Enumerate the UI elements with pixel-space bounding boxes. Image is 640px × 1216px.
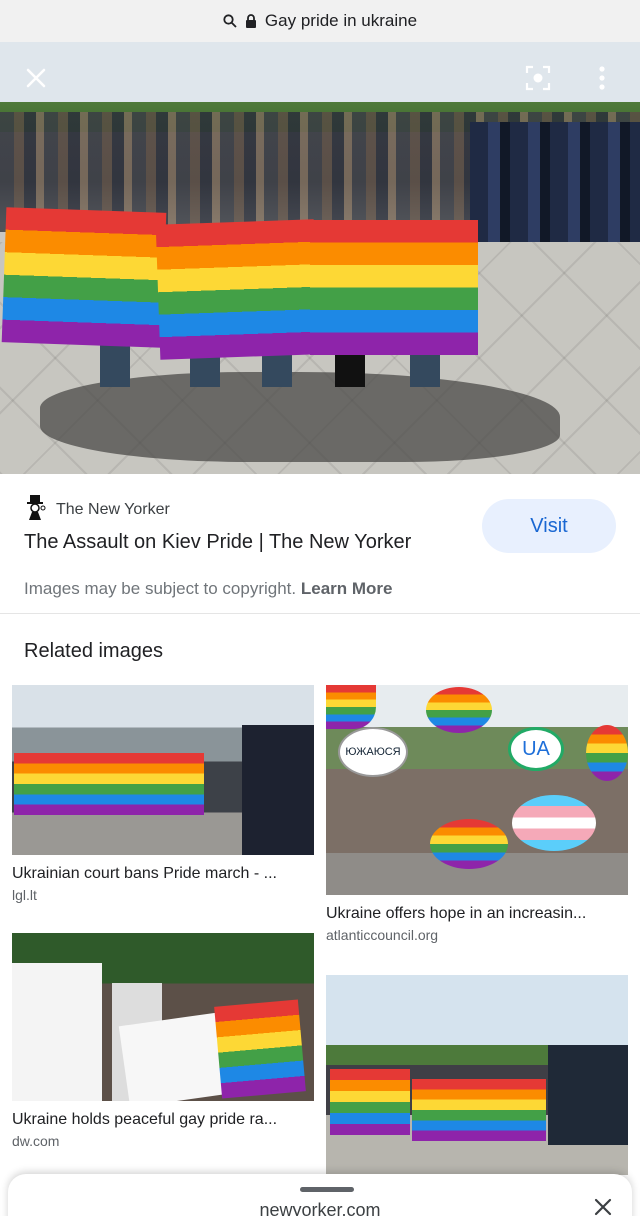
related-domain: lgl.lt — [12, 887, 37, 903]
related-thumbnail — [12, 685, 314, 855]
related-caption: Ukraine holds peaceful gay pride ra... — [12, 1111, 278, 1128]
related-image-card[interactable]: Ukraine holds peaceful gay pride ra... d… — [12, 933, 314, 1149]
lens-icon — [525, 65, 551, 96]
related-thumbnail — [326, 975, 628, 1175]
related-thumbnail: ЮЖАЮСЯ UA — [326, 685, 628, 895]
new-yorker-logo-icon — [24, 493, 48, 526]
close-icon — [594, 1198, 612, 1216]
sheet-host: newyorker.com — [259, 1200, 381, 1216]
result-title[interactable]: The Assault on Kiev Pride | The New York… — [24, 531, 411, 554]
protest-sign: UA — [508, 727, 564, 771]
lens-button[interactable] — [518, 60, 558, 100]
learn-more-link[interactable]: Learn More — [301, 579, 393, 598]
source-name: The New Yorker — [56, 500, 170, 518]
rainbow-flag — [310, 220, 478, 355]
more-vert-icon — [599, 65, 605, 95]
related-image-card[interactable]: ЮЖАЮСЯ UA Ukraine offers hope in an incr… — [326, 685, 628, 943]
main-image[interactable] — [0, 42, 640, 474]
close-icon — [25, 67, 47, 94]
url-bar[interactable]: Gay pride in ukraine — [0, 0, 640, 42]
rainbow-flag — [1, 207, 167, 348]
drag-handle[interactable] — [300, 1187, 354, 1192]
sheet-close-button[interactable] — [588, 1194, 618, 1216]
source-line[interactable]: The New Yorker — [24, 493, 170, 526]
protest-sign: ЮЖАЮСЯ — [338, 727, 408, 777]
copyright-text: Images may be subject to copyright. — [24, 579, 297, 598]
close-button[interactable] — [16, 60, 56, 100]
rainbow-flag — [155, 219, 319, 360]
copyright-notice: Images may be subject to copyright. Lear… — [24, 579, 393, 599]
lock-icon — [245, 14, 257, 28]
trans-flag-sign — [512, 795, 596, 851]
related-caption: Ukrainian court bans Pride march - ... — [12, 865, 277, 882]
related-image-card[interactable]: Ukrainian court bans Pride march - ... l… — [12, 685, 314, 903]
bottom-sheet[interactable]: newyorker.com — [8, 1174, 632, 1216]
related-images-heading: Related images — [24, 640, 163, 662]
more-options-button[interactable] — [582, 60, 622, 100]
related-domain: atlanticcouncil.org — [326, 927, 439, 943]
related-image-card[interactable] — [326, 975, 628, 1189]
url-query: Gay pride in ukraine — [264, 11, 418, 30]
visit-button[interactable]: Visit — [482, 499, 616, 553]
related-domain: dw.com — [12, 1133, 60, 1149]
search-icon — [223, 14, 237, 28]
related-caption: Ukraine offers hope in an increasin... — [326, 905, 587, 922]
divider — [0, 613, 640, 614]
related-thumbnail — [12, 933, 314, 1101]
